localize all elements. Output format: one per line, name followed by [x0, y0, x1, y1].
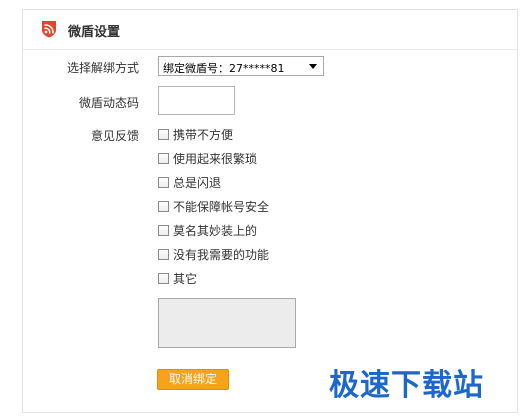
- unbind-method-value: 绑定微盾号：27*****81: [163, 62, 285, 75]
- site-watermark: 极速下载站: [329, 368, 484, 403]
- feedback-label: 意见反馈: [90, 129, 139, 143]
- feedback-option[interactable]: 不能保障帐号安全: [158, 198, 269, 214]
- feedback-textarea[interactable]: [158, 298, 296, 348]
- page-title: 微盾设置: [68, 25, 121, 40]
- dynamic-code-label: 微盾动态码: [78, 96, 139, 110]
- feedback-option[interactable]: 没有我需要的功能: [158, 246, 269, 262]
- checkbox[interactable]: [158, 152, 169, 164]
- checkbox[interactable]: [158, 248, 169, 260]
- feedback-option-label: 莫名其妙装上的: [173, 223, 258, 238]
- unbind-method-select[interactable]: 绑定微盾号：27*****81: [158, 56, 324, 76]
- checkbox[interactable]: [158, 176, 169, 188]
- checkbox[interactable]: [158, 272, 169, 284]
- feedback-option-label: 总是闪退: [173, 175, 222, 190]
- settings-panel: 微盾设置 选择解绑方式 绑定微盾号：27*****81 微盾动态码 意见反馈 携…: [22, 9, 518, 413]
- checkbox[interactable]: [158, 224, 169, 236]
- feedback-option-label: 没有我需要的功能: [173, 247, 270, 262]
- feedback-option[interactable]: 携带不方便: [158, 126, 233, 142]
- unbind-button[interactable]: 取消绑定: [157, 369, 229, 390]
- feedback-option-label: 不能保障帐号安全: [173, 199, 270, 214]
- feedback-option-label: 使用起来很繁琐: [173, 151, 258, 166]
- checkbox[interactable]: [158, 200, 169, 212]
- panel-header: 微盾设置: [23, 10, 517, 50]
- checkbox[interactable]: [158, 128, 169, 140]
- feedback-option-label: 携带不方便: [173, 127, 234, 142]
- chevron-down-icon[interactable]: [309, 64, 317, 69]
- feedback-option[interactable]: 总是闪退: [158, 174, 221, 190]
- wifi-shield-icon: [42, 21, 56, 38]
- dynamic-code-input[interactable]: [158, 86, 235, 115]
- feedback-option[interactable]: 其它: [158, 270, 197, 286]
- unbind-method-label: 选择解绑方式: [66, 61, 139, 75]
- feedback-option[interactable]: 使用起来很繁琐: [158, 150, 257, 166]
- feedback-option-label: 其它: [173, 271, 198, 286]
- feedback-option[interactable]: 莫名其妙装上的: [158, 222, 257, 238]
